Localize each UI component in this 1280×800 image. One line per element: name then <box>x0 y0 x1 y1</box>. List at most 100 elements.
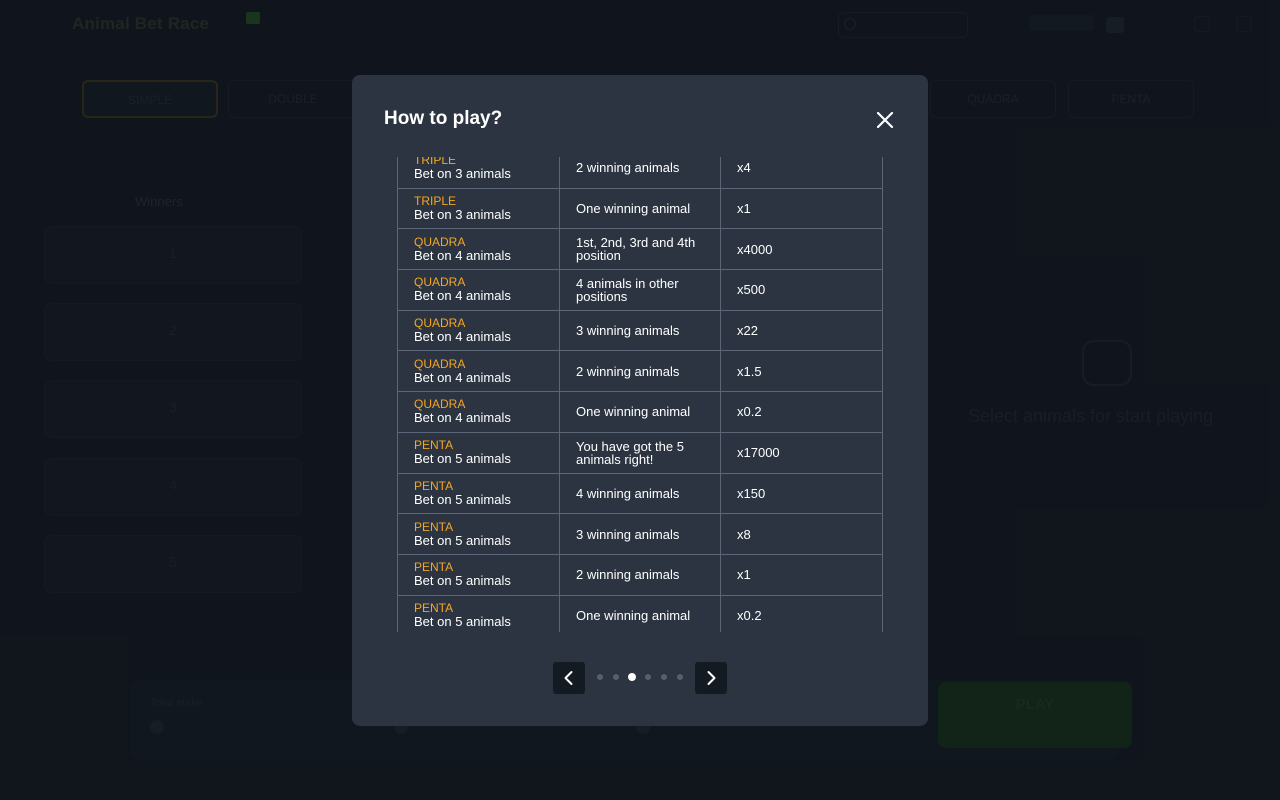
multiplier-value: x1 <box>737 201 751 217</box>
multiplier-cell: x1 <box>721 189 882 229</box>
close-icon <box>876 111 894 129</box>
multiplier-value: x17000 <box>737 445 780 461</box>
table-row: PENTA Bet on 5 animals 4 winning animals… <box>397 473 883 515</box>
pagination-dot[interactable] <box>645 674 651 680</box>
bet-type-label: PENTA <box>414 600 454 615</box>
bet-cell: QUADRA Bet on 4 animals <box>398 351 560 392</box>
pagination-dot[interactable] <box>677 674 683 680</box>
bet-cell: PENTA Bet on 5 animals <box>398 473 560 514</box>
win-condition: 2 winning animals <box>576 160 680 176</box>
table-row: QUADRA Bet on 4 animals 1st, 2nd, 3rd an… <box>397 229 883 271</box>
win-condition: One winning animal <box>576 404 691 420</box>
bet-description: Bet on 3 animals <box>414 207 511 223</box>
bet-cell: TRIPLE Bet on 3 animals <box>398 188 560 229</box>
condition-cell: 4 winning animals <box>560 473 721 514</box>
pagination-dot[interactable] <box>613 674 619 680</box>
multiplier-cell: x0.2 <box>721 596 882 632</box>
multiplier-cell: x4 <box>721 157 882 188</box>
win-condition: 4 winning animals <box>576 485 680 501</box>
win-condition: You have got the 5 animals right! <box>576 438 684 467</box>
table-row: QUADRA Bet on 4 animals 3 winning animal… <box>397 310 883 352</box>
multiplier-value: x150 <box>737 485 766 501</box>
condition-cell: 2 winning animals <box>560 351 721 392</box>
how-to-play-modal: How to play? TRIPLE Bet on 3 animals 2 w… <box>352 75 928 726</box>
win-condition: 4 animals in other positions <box>576 275 679 304</box>
bet-description: Bet on 5 animals <box>414 532 511 548</box>
bet-description: Bet on 5 animals <box>414 451 511 467</box>
bet-cell: QUADRA Bet on 4 animals <box>398 270 560 310</box>
win-condition: One winning animal <box>576 607 691 623</box>
payout-table-scroll[interactable]: TRIPLE Bet on 3 animals 2 winning animal… <box>397 157 883 632</box>
pagination <box>553 662 727 694</box>
win-condition: One winning animal <box>576 201 691 217</box>
close-button[interactable] <box>874 109 896 131</box>
bet-type-label: QUADRA <box>414 234 466 249</box>
multiplier-cell: x4000 <box>721 229 882 269</box>
multiplier-cell: x22 <box>721 311 882 351</box>
bet-description: Bet on 4 animals <box>414 329 511 345</box>
win-condition: 2 winning animals <box>576 363 680 379</box>
bet-cell: PENTA Bet on 5 animals <box>398 554 560 595</box>
pagination-dot-active[interactable] <box>628 673 636 681</box>
pagination-dot[interactable] <box>661 674 667 680</box>
table-row: PENTA Bet on 5 animals 3 winning animals… <box>397 514 883 555</box>
multiplier-value: x1 <box>737 567 751 583</box>
bet-description: Bet on 5 animals <box>414 613 511 629</box>
win-condition: 3 winning animals <box>576 323 680 339</box>
pagination-dot[interactable] <box>597 674 603 680</box>
condition-cell: One winning animal <box>560 188 721 229</box>
bet-cell: PENTA Bet on 5 animals <box>398 432 560 473</box>
table-row: PENTA Bet on 5 animals You have got the … <box>397 432 883 474</box>
condition-cell: You have got the 5 animals right! <box>560 432 721 473</box>
next-page-button[interactable] <box>695 662 727 694</box>
table-row: TRIPLE Bet on 3 animals 2 winning animal… <box>397 157 883 189</box>
bet-description: Bet on 5 animals <box>414 573 511 589</box>
multiplier-cell: x0.2 <box>721 392 882 432</box>
modal-title: How to play? <box>384 108 503 129</box>
bet-type-label: PENTA <box>414 519 454 534</box>
bet-description: Bet on 5 animals <box>414 491 511 507</box>
table-row: TRIPLE Bet on 3 animals One winning anim… <box>397 188 883 230</box>
chevron-left-icon <box>564 671 573 685</box>
condition-cell: One winning animal <box>560 392 721 432</box>
prev-page-button[interactable] <box>553 662 585 694</box>
multiplier-value: x4000 <box>737 241 773 257</box>
bet-cell: QUADRA Bet on 4 animals <box>398 392 560 432</box>
payout-table: TRIPLE Bet on 3 animals 2 winning animal… <box>397 157 883 632</box>
multiplier-value: x4 <box>737 160 751 176</box>
multiplier-value: x500 <box>737 282 766 298</box>
bet-description: Bet on 4 animals <box>414 369 511 385</box>
win-condition: 1st, 2nd, 3rd and 4th position <box>576 235 696 264</box>
table-row: PENTA Bet on 5 animals 2 winning animals… <box>397 554 883 596</box>
bet-description: Bet on 4 animals <box>414 247 511 263</box>
multiplier-cell: x150 <box>721 474 882 514</box>
multiplier-cell: x17000 <box>721 433 882 473</box>
multiplier-value: x8 <box>737 526 751 542</box>
multiplier-cell: x8 <box>721 514 882 554</box>
bet-cell: PENTA Bet on 5 animals <box>398 514 560 554</box>
condition-cell: 3 winning animals <box>560 310 721 351</box>
condition-cell: 4 animals in other positions <box>560 270 721 310</box>
multiplier-value: x0.2 <box>737 607 762 623</box>
condition-cell: 3 winning animals <box>560 514 721 554</box>
multiplier-value: x0.2 <box>737 404 762 420</box>
bet-description: Bet on 3 animals <box>414 166 511 182</box>
multiplier-value: x1.5 <box>737 363 762 379</box>
multiplier-value: x22 <box>737 323 758 339</box>
table-row: QUADRA Bet on 4 animals 2 winning animal… <box>397 351 883 393</box>
multiplier-cell: x500 <box>721 270 882 310</box>
win-condition: 3 winning animals <box>576 526 680 542</box>
multiplier-cell: x1.5 <box>721 351 882 391</box>
condition-cell: 2 winning animals <box>560 554 721 595</box>
condition-cell: 1st, 2nd, 3rd and 4th position <box>560 229 721 270</box>
table-row: QUADRA Bet on 4 animals One winning anim… <box>397 392 883 433</box>
bet-description: Bet on 4 animals <box>414 410 511 426</box>
bet-cell: PENTA Bet on 5 animals <box>398 595 560 632</box>
win-condition: 2 winning animals <box>576 567 680 583</box>
condition-cell: One winning animal <box>560 595 721 632</box>
bet-cell: QUADRA Bet on 4 animals <box>398 310 560 351</box>
table-row: QUADRA Bet on 4 animals 4 animals in oth… <box>397 270 883 311</box>
bet-type-label: QUADRA <box>414 356 466 371</box>
bet-type-label: PENTA <box>414 478 454 493</box>
bet-cell: TRIPLE Bet on 3 animals <box>398 157 560 188</box>
